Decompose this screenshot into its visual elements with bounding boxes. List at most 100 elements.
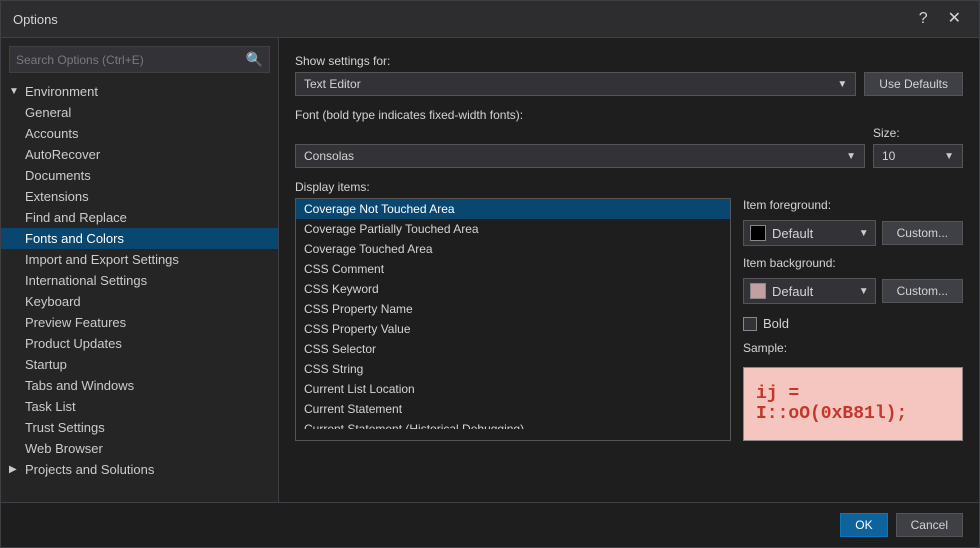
- fg-dropdown[interactable]: Default ▼: [743, 220, 876, 246]
- sidebar-item-preview-features[interactable]: Preview Features: [1, 312, 278, 333]
- sidebar-item-import-export[interactable]: Import and Export Settings: [1, 249, 278, 270]
- font-size-row: Consolas ▼ Size: 10 ▼: [295, 126, 963, 168]
- tree-container[interactable]: ▼ Environment General Accounts AutoRecover Do…: [1, 81, 278, 502]
- size-section: Size: 10 ▼: [873, 126, 963, 168]
- list-item[interactable]: Current Statement: [296, 399, 730, 419]
- sidebar-item-label: Projects and Solutions: [25, 462, 154, 477]
- sidebar-item-label: Fonts and Colors: [25, 231, 124, 246]
- help-button[interactable]: ?: [913, 9, 934, 29]
- font-label: Font (bold type indicates fixed-width fo…: [295, 108, 963, 122]
- sidebar-item-label: Startup: [25, 357, 67, 372]
- dialog-title: Options: [13, 12, 58, 27]
- sidebar-item-trust-settings[interactable]: Trust Settings: [1, 417, 278, 438]
- sidebar-item-autorecover[interactable]: AutoRecover: [1, 144, 278, 165]
- sidebar-item-find-replace[interactable]: Find and Replace: [1, 207, 278, 228]
- search-input[interactable]: [10, 49, 240, 71]
- ok-button[interactable]: OK: [840, 513, 887, 537]
- tree-arrow-icon: ▼: [9, 86, 21, 97]
- list-item[interactable]: Current List Location: [296, 379, 730, 399]
- list-item[interactable]: CSS Keyword: [296, 279, 730, 299]
- sidebar-item-label: General: [25, 105, 71, 120]
- bg-arrow-icon: ▼: [859, 286, 869, 297]
- bg-value: Default: [772, 284, 813, 299]
- list-item[interactable]: CSS String: [296, 359, 730, 379]
- right-panel: Show settings for: Text Editor ▼ Use Def…: [279, 38, 979, 502]
- bold-label: Bold: [763, 316, 789, 331]
- display-items-label: Display items:: [295, 180, 963, 194]
- sidebar-item-label: Trust Settings: [25, 420, 105, 435]
- display-list-container: Coverage Not Touched AreaCoverage Partia…: [295, 198, 731, 441]
- bg-custom-button[interactable]: Custom...: [882, 279, 963, 303]
- size-arrow-icon: ▼: [944, 151, 954, 162]
- bg-label: Item background:: [743, 256, 963, 270]
- display-items-area: Coverage Not Touched AreaCoverage Partia…: [295, 198, 963, 441]
- sidebar-item-label: Tabs and Windows: [25, 378, 134, 393]
- size-value: 10: [882, 149, 895, 163]
- settings-dropdown-arrow-icon: ▼: [837, 79, 847, 90]
- sidebar-item-label: Extensions: [25, 189, 89, 204]
- bg-color-row: Default ▼ Custom...: [743, 278, 963, 304]
- font-dropdown-value: Consolas: [304, 149, 354, 163]
- fg-control-group: Item foreground: Default ▼ Custom...: [743, 198, 963, 246]
- sidebar-item-accounts[interactable]: Accounts: [1, 123, 278, 144]
- sidebar-item-label: Environment: [25, 84, 98, 99]
- settings-dropdown-row: Text Editor ▼ Use Defaults: [295, 72, 963, 96]
- sample-label: Sample:: [743, 341, 963, 355]
- use-defaults-button[interactable]: Use Defaults: [864, 72, 963, 96]
- list-item[interactable]: CSS Comment: [296, 259, 730, 279]
- title-bar-controls: ? ✕: [913, 9, 967, 29]
- sidebar-item-task-list[interactable]: Task List: [1, 396, 278, 417]
- sidebar-item-product-updates[interactable]: Product Updates: [1, 333, 278, 354]
- bold-checkbox[interactable]: [743, 317, 757, 331]
- sidebar-item-keyboard[interactable]: Keyboard: [1, 291, 278, 312]
- list-item[interactable]: CSS Property Value: [296, 319, 730, 339]
- size-dropdown[interactable]: 10 ▼: [873, 144, 963, 168]
- close-button[interactable]: ✕: [942, 9, 967, 29]
- sidebar-item-tabs-windows[interactable]: Tabs and Windows: [1, 375, 278, 396]
- sidebar-item-label: International Settings: [25, 273, 147, 288]
- sidebar-item-label: Web Browser: [25, 441, 103, 456]
- display-list[interactable]: Coverage Not Touched AreaCoverage Partia…: [296, 199, 730, 429]
- list-item[interactable]: Coverage Not Touched Area: [296, 199, 730, 219]
- sample-box: ij = I::oO(0xB81l);: [743, 367, 963, 441]
- sidebar-item-label: AutoRecover: [25, 147, 100, 162]
- sidebar-item-startup[interactable]: Startup: [1, 354, 278, 375]
- bg-dropdown[interactable]: Default ▼: [743, 278, 876, 304]
- cancel-button[interactable]: Cancel: [896, 513, 963, 537]
- sidebar-item-label: Product Updates: [25, 336, 122, 351]
- list-item[interactable]: Coverage Partially Touched Area: [296, 219, 730, 239]
- font-dropdown[interactable]: Consolas ▼: [295, 144, 865, 168]
- bg-swatch: [750, 283, 766, 299]
- list-item[interactable]: CSS Selector: [296, 339, 730, 359]
- options-dialog: Options ? ✕ 🔍 ▼ Environment General Account…: [0, 0, 980, 548]
- sidebar-item-international[interactable]: International Settings: [1, 270, 278, 291]
- bold-row: Bold: [743, 316, 963, 331]
- search-box: 🔍: [9, 46, 270, 73]
- list-item[interactable]: CSS Property Name: [296, 299, 730, 319]
- sidebar-item-label: Documents: [25, 168, 91, 183]
- list-item[interactable]: Coverage Touched Area: [296, 239, 730, 259]
- fg-value: Default: [772, 226, 813, 241]
- title-bar: Options ? ✕: [1, 1, 979, 38]
- fg-custom-button[interactable]: Custom...: [882, 221, 963, 245]
- settings-dropdown[interactable]: Text Editor ▼: [295, 72, 856, 96]
- font-section: Font (bold type indicates fixed-width fo…: [295, 108, 963, 168]
- sidebar-item-documents[interactable]: Documents: [1, 165, 278, 186]
- sidebar-item-projects-solutions[interactable]: ▶ Projects and Solutions: [1, 459, 278, 480]
- sidebar-item-label: Keyboard: [25, 294, 81, 309]
- tree-arrow-icon: ▶: [9, 464, 21, 475]
- sidebar-item-fonts-colors[interactable]: Fonts and Colors: [1, 228, 278, 249]
- sidebar-item-environment[interactable]: ▼ Environment: [1, 81, 278, 102]
- bg-control-group: Item background: Default ▼ Custom...: [743, 256, 963, 304]
- sidebar-item-label: Find and Replace: [25, 210, 127, 225]
- search-icon-button[interactable]: 🔍: [240, 47, 269, 72]
- sidebar-item-extensions[interactable]: Extensions: [1, 186, 278, 207]
- sample-text: ij = I::oO(0xB81l);: [756, 384, 950, 424]
- list-item[interactable]: Current Statement (Historical Debugging): [296, 419, 730, 429]
- font-arrow-icon: ▼: [846, 151, 856, 162]
- size-label: Size:: [873, 126, 963, 140]
- sidebar-item-general[interactable]: General: [1, 102, 278, 123]
- sidebar-item-web-browser[interactable]: Web Browser: [1, 438, 278, 459]
- right-controls: Item foreground: Default ▼ Custom...: [743, 198, 963, 441]
- show-settings-section: Show settings for: Text Editor ▼ Use Def…: [295, 54, 963, 96]
